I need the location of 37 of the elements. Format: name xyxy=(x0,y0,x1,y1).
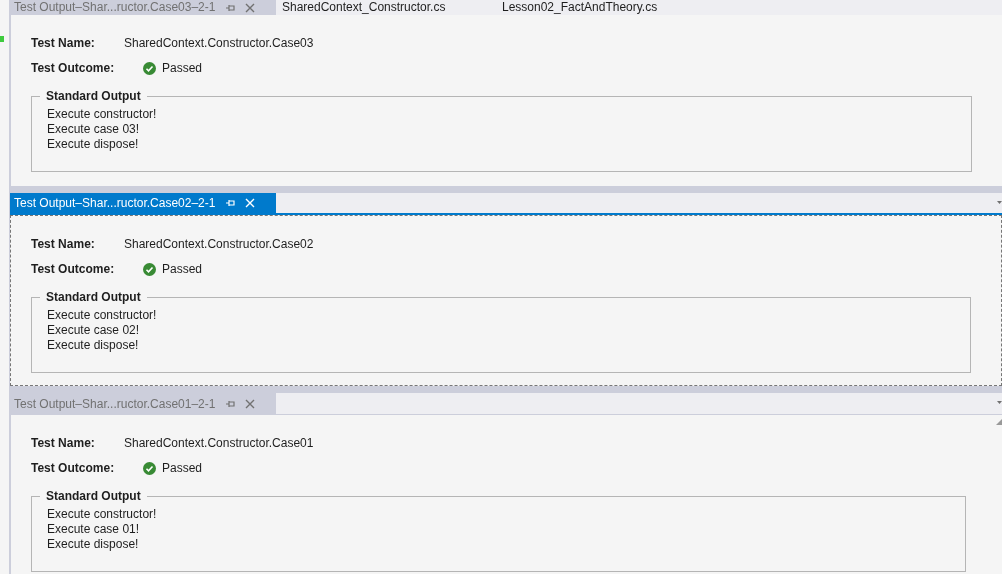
output-line: Execute case 03! xyxy=(47,122,141,137)
field-label: Test Outcome: xyxy=(31,261,116,278)
pin-icon[interactable] xyxy=(225,2,236,13)
output-line: Execute dispose! xyxy=(47,137,140,152)
test-outcome: Passed xyxy=(162,460,203,477)
pin-icon[interactable] xyxy=(225,398,236,409)
status-marker xyxy=(0,36,4,42)
tab[interactable]: Lesson02_FactAndTheory.cs xyxy=(496,0,716,15)
group-title: Standard Output xyxy=(40,289,147,305)
close-icon[interactable] xyxy=(245,398,256,409)
test-outcome: Passed xyxy=(162,261,203,278)
dropdown-icon[interactable] xyxy=(997,401,1002,405)
tab[interactable]: Test Output–Shar...ructor.Case01–2-1 xyxy=(10,393,276,414)
field-label: Test Name: xyxy=(31,435,96,452)
tab[interactable]: Test Output–Shar...ructor.Case03–2-1 xyxy=(10,0,276,15)
group-title: Standard Output xyxy=(40,88,147,104)
field-label: Test Name: xyxy=(31,35,96,52)
scrollbar[interactable] xyxy=(996,415,1002,574)
output-line: Execute dispose! xyxy=(47,537,140,552)
field-label: Test Name: xyxy=(31,236,96,253)
test-outcome: Passed xyxy=(162,60,203,77)
close-icon[interactable] xyxy=(245,2,256,13)
test-name: SharedContext.Constructor.Case01 xyxy=(124,435,314,452)
output-line: Execute constructor! xyxy=(47,507,158,522)
output-line: Execute dispose! xyxy=(47,338,140,353)
dropdown-icon[interactable] xyxy=(997,201,1002,205)
test-name: SharedContext.Constructor.Case03 xyxy=(124,35,314,52)
output-line: Execute case 01! xyxy=(47,522,141,537)
output-line: Execute constructor! xyxy=(47,107,158,122)
scroll-up-icon[interactable] xyxy=(996,419,1002,425)
tab[interactable]: SharedContext_Constructor.cs xyxy=(276,0,496,15)
output-line: Execute constructor! xyxy=(47,308,158,323)
field-label: Test Outcome: xyxy=(31,60,116,77)
field-label: Test Outcome: xyxy=(31,460,116,477)
test-name: SharedContext.Constructor.Case02 xyxy=(124,236,314,253)
output-line: Execute case 02! xyxy=(47,323,141,338)
group-title: Standard Output xyxy=(40,488,147,504)
